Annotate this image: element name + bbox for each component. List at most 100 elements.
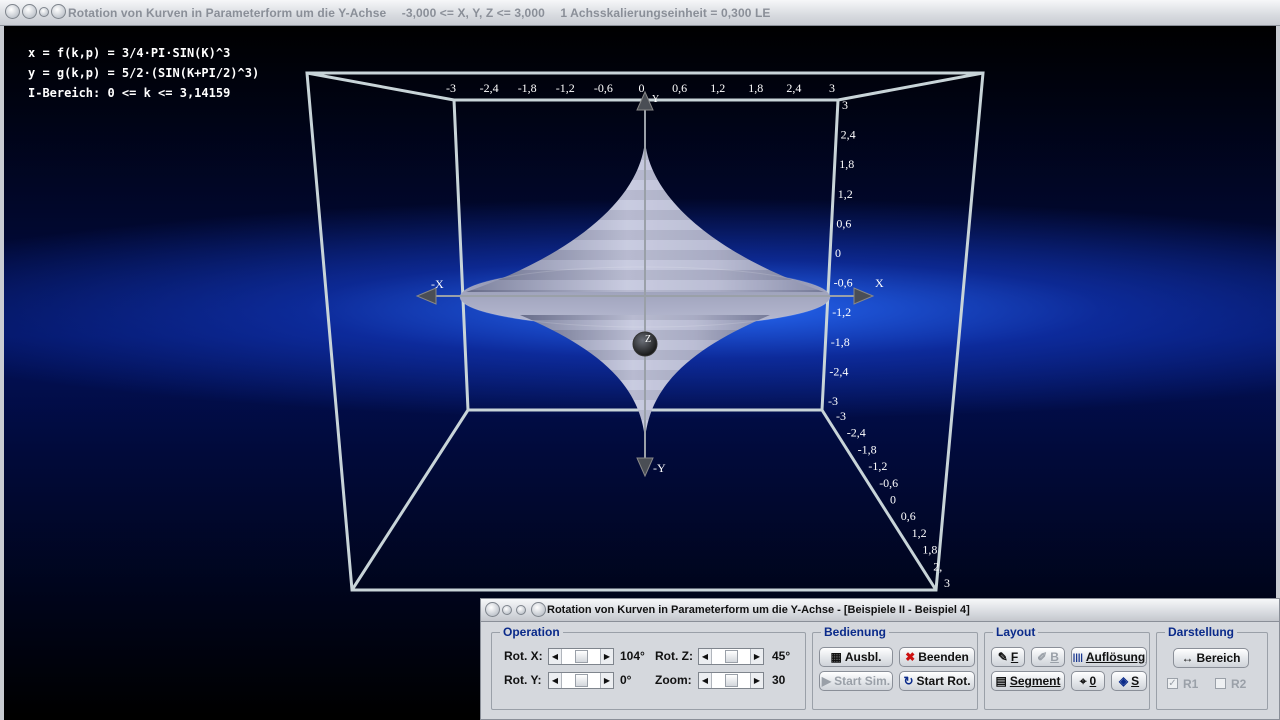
crosshair-icon: ⌖	[1079, 674, 1087, 688]
origin-button[interactable]: ⌖ 0	[1071, 671, 1105, 691]
window-small-button[interactable]	[39, 7, 49, 17]
control-restore-button[interactable]	[516, 605, 526, 615]
right-axis-tick-label: -3	[828, 394, 838, 408]
start-sim-label: Start Sim.	[834, 674, 891, 688]
depth-axis-tick-label: 1,8	[922, 543, 937, 557]
r1-checkbox[interactable]: ✓	[1167, 678, 1178, 689]
axis-arrow-pos-x	[853, 287, 875, 305]
right-axis-tick-label: 1,2	[838, 187, 853, 201]
play-icon: ▶	[821, 674, 832, 688]
segment-button[interactable]: ▤ Segment	[991, 671, 1065, 691]
r1-label: R1	[1183, 677, 1199, 691]
right-axis-tick-label: -1,2	[832, 305, 851, 319]
aufloesung-label: Auflösung	[1085, 650, 1146, 664]
range-icon: ↔	[1181, 651, 1194, 665]
control-title: Rotation von Kurven in Parameterform um …	[547, 604, 970, 616]
top-axis-tick-label: 1,2	[710, 81, 725, 95]
layout-f-label: F	[1010, 650, 1019, 664]
control-minimize-button[interactable]	[502, 605, 512, 615]
layout-b-label: B	[1050, 650, 1059, 664]
depth-axis-tick-label: -1,2	[868, 459, 887, 473]
r2-checkbox[interactable]	[1215, 678, 1226, 689]
right-axis-tick-label: -1,8	[831, 335, 850, 349]
right-axis-tick-label: 1,8	[839, 157, 854, 171]
window-maximize-button[interactable]	[51, 4, 66, 19]
zoom-slider[interactable]: ◀ ▶	[698, 672, 764, 689]
resolution-icon: ||||	[1072, 651, 1083, 662]
axis-label-neg-y: -Y	[653, 461, 666, 475]
control-menu-button[interactable]	[485, 602, 500, 617]
top-axis-tick-label: -2,4	[480, 81, 499, 95]
beenden-label: Beenden	[918, 650, 969, 664]
control-maximize-button[interactable]	[531, 602, 546, 617]
right-axis-tick-label: 3	[842, 98, 848, 112]
axis-label-z: Z	[645, 334, 651, 345]
right-axis-tick-label: -2,4	[829, 364, 848, 378]
segment-label: Segment	[1009, 674, 1061, 688]
bereich-label: Bereich	[1196, 651, 1241, 665]
rot-z-thumb[interactable]	[725, 650, 738, 663]
aufloesung-button[interactable]: |||| Auflösung	[1071, 647, 1147, 667]
rot-y-slider[interactable]: ◀ ▶	[548, 672, 614, 689]
rot-z-label: Rot. Z:	[655, 649, 693, 663]
group-layout-label: Layout	[993, 625, 1039, 639]
axis-label-neg-x: -X	[431, 277, 444, 291]
depth-axis-tick-label: 3	[944, 576, 950, 590]
title-part-name: Rotation von Kurven in Parameterform um …	[68, 6, 387, 20]
zoom-left-arrow-icon[interactable]: ◀	[699, 673, 712, 688]
rot-y-thumb[interactable]	[575, 674, 588, 687]
depth-axis-ticks: -3-2,4 -1,8 -1,2 -0,6 0 0,6 1,2 1,8 2,3	[836, 409, 950, 590]
depth-axis-tick-label: -0,6	[879, 476, 898, 490]
fill-icon: ◈	[1118, 674, 1129, 688]
rot-z-left-arrow-icon[interactable]: ◀	[699, 649, 712, 664]
top-axis-tick-label: 3	[829, 81, 835, 95]
depth-axis-tick-label: -2,4	[847, 426, 866, 440]
right-axis-tick-label: 0,6	[836, 216, 851, 230]
group-darstellung: Darstellung ↔ Bereich ✓ R1 R2	[1156, 625, 1268, 710]
window-title: Rotation von Kurven in Parameterform um …	[68, 6, 782, 20]
rot-x-thumb[interactable]	[575, 650, 588, 663]
depth-axis-tick-label: -1,8	[858, 442, 877, 456]
rot-x-slider[interactable]: ◀ ▶	[548, 648, 614, 665]
rot-y-value: 0°	[620, 673, 632, 687]
rot-x-right-arrow-icon[interactable]: ▶	[600, 649, 613, 664]
start-sim-button[interactable]: ▶ Start Sim.	[819, 671, 893, 691]
layout-f-button[interactable]: ✎ F	[991, 647, 1025, 667]
title-part-scale: 1 Achsskalierungseinheit = 0,300 LE	[560, 6, 771, 20]
top-axis-tick-label: 2,4	[786, 81, 801, 95]
rot-y-right-arrow-icon[interactable]: ▶	[600, 673, 613, 688]
window-minimize-button[interactable]	[22, 4, 37, 19]
close-icon: ✖	[905, 650, 916, 664]
axis-arrow-neg-y	[636, 457, 654, 478]
top-axis-tick-label: 0,6	[672, 81, 687, 95]
rot-z-slider[interactable]: ◀ ▶	[698, 648, 764, 665]
rot-x-left-arrow-icon[interactable]: ◀	[549, 649, 562, 664]
main-titlebar: Rotation von Kurven in Parameterform um …	[0, 0, 1280, 26]
rot-z-value: 45°	[772, 649, 791, 663]
zoom-right-arrow-icon[interactable]: ▶	[750, 673, 763, 688]
layout-b-button[interactable]: ✐ B	[1031, 647, 1065, 667]
zoom-thumb[interactable]	[725, 674, 738, 687]
group-operation-label: Operation	[500, 625, 563, 639]
rot-y-label: Rot. Y:	[504, 673, 542, 687]
start-rot-label: Start Rot.	[916, 674, 971, 688]
beenden-button[interactable]: ✖ Beenden	[899, 647, 975, 667]
hide-icon: ▦	[830, 650, 842, 664]
start-rot-button[interactable]: ↻ Start Rot.	[899, 671, 975, 691]
right-axis-tick-label: 0	[835, 246, 841, 260]
layout-s-button[interactable]: ◈ S	[1111, 671, 1147, 691]
depth-axis-tick-label: 0,6	[901, 509, 916, 523]
depth-axis-tick-label: 0	[890, 493, 896, 507]
top-axis-ticks: -3 -2,4 -1,8 -1,2 -0,6 0 0,6 1,2 1,8 2,4 3	[446, 81, 835, 95]
axis-label-pos-x: X	[875, 276, 884, 290]
depth-axis-tick-label: 1,2	[912, 526, 927, 540]
bereich-button[interactable]: ↔ Bereich	[1173, 648, 1249, 668]
ausblenden-button[interactable]: ▦ Ausbl.	[819, 647, 893, 667]
group-darstellung-label: Darstellung	[1165, 625, 1238, 639]
rot-y-left-arrow-icon[interactable]: ◀	[549, 673, 562, 688]
window-menu-button[interactable]	[5, 4, 20, 19]
layout-s-label: S	[1131, 674, 1140, 688]
right-axis-tick-label: 2,4	[841, 128, 856, 142]
rot-z-right-arrow-icon[interactable]: ▶	[750, 649, 763, 664]
rotate-icon: ↻	[903, 674, 914, 688]
